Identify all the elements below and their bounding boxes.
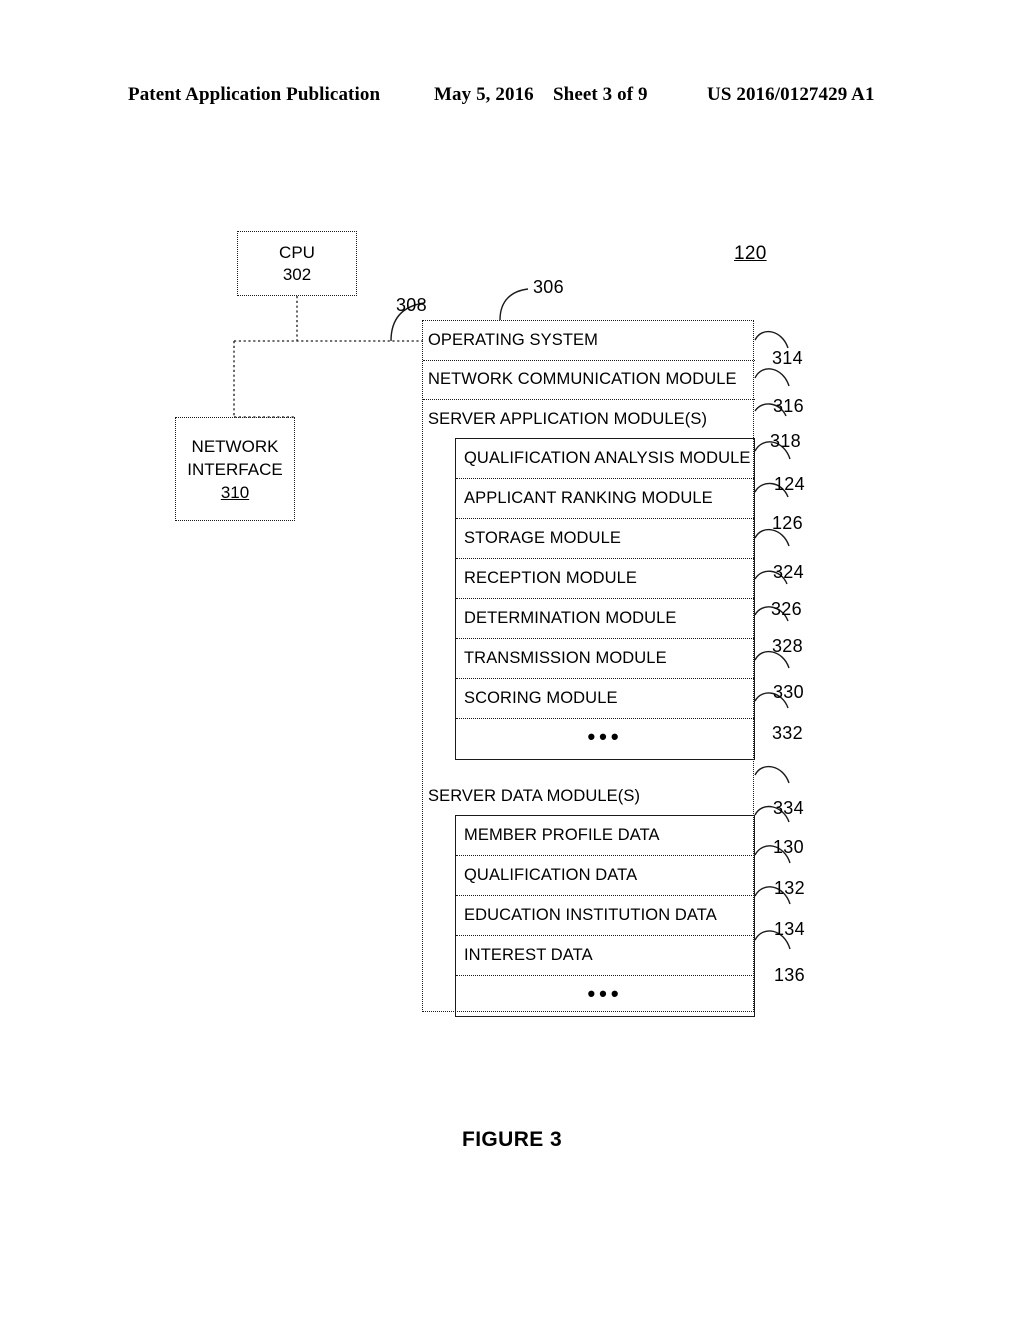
figure-caption: FIGURE 3: [461, 1128, 563, 1151]
ref-136: 136: [774, 965, 805, 985]
data-interest: INTEREST DATA: [456, 936, 754, 976]
cpu-label: CPU: [279, 242, 315, 262]
server-data-modules-group: MEMBER PROFILE DATA QUALIFICATION DATA E…: [455, 815, 755, 1017]
ref-326: 326: [771, 599, 802, 619]
module-label: QUALIFICATION ANALYSIS MODULE: [464, 449, 751, 467]
ref-330: 330: [773, 682, 804, 702]
network-interface-label-line2: INTERFACE: [187, 459, 283, 479]
cpu-block: CPU 302: [237, 231, 357, 296]
ref-126: 126: [772, 513, 803, 533]
network-interface-label-line1: NETWORK: [191, 436, 279, 456]
data-label: INTEREST DATA: [464, 946, 593, 964]
ref-318: 318: [770, 431, 801, 451]
server-application-modules-group: QUALIFICATION ANALYSIS MODULE APPLICANT …: [455, 438, 755, 760]
data-education-institution: EDUCATION INSTITUTION DATA: [456, 896, 754, 936]
leader-306: [499, 288, 529, 321]
module-label: APPLICANT RANKING MODULE: [464, 489, 713, 507]
memory-row-label: SERVER APPLICATION MODULE(S): [428, 409, 708, 428]
module-applicant-ranking: APPLICANT RANKING MODULE: [456, 479, 754, 519]
cpu-ref: 302: [282, 264, 312, 284]
module-reception: RECEPTION MODULE: [456, 559, 754, 599]
memory-block: OPERATING SYSTEM NETWORK COMMUNICATION M…: [422, 320, 755, 1017]
module-label: STORAGE MODULE: [464, 529, 621, 547]
memory-row-network-communication-module: NETWORK COMMUNICATION MODULE: [423, 360, 755, 400]
data-label: EDUCATION INSTITUTION DATA: [464, 906, 717, 924]
data-label: QUALIFICATION DATA: [464, 866, 638, 884]
module-determination: DETERMINATION MODULE: [456, 599, 754, 639]
module-scoring: SCORING MODULE: [456, 679, 754, 719]
ref-120-system: 120: [734, 243, 767, 264]
ref-306-memory: 306: [533, 277, 564, 297]
module-ellipsis: •••: [456, 719, 754, 759]
memory-row-server-data-modules: SERVER DATA MODULE(S): [423, 776, 755, 816]
network-interface-block: NETWORK INTERFACE 310: [175, 417, 295, 521]
module-storage: STORAGE MODULE: [456, 519, 754, 559]
module-label: TRANSMISSION MODULE: [464, 649, 667, 667]
module-transmission: TRANSMISSION MODULE: [456, 639, 754, 679]
memory-row-operating-system: OPERATING SYSTEM: [423, 321, 755, 361]
data-member-profile: MEMBER PROFILE DATA: [456, 816, 754, 856]
ref-316: 316: [773, 396, 804, 416]
ref-134: 134: [774, 919, 805, 939]
memory-row-label: NETWORK COMMUNICATION MODULE: [428, 370, 737, 388]
ref-308-bus: 308: [396, 295, 427, 315]
ref-124: 124: [774, 474, 805, 494]
data-qualification: QUALIFICATION DATA: [456, 856, 754, 896]
ref-314: 314: [772, 348, 803, 368]
ref-332: 332: [772, 723, 803, 743]
leader-316: [754, 368, 790, 387]
ref-132: 132: [774, 878, 805, 898]
leader-334: [754, 765, 790, 784]
memory-row-label: SERVER DATA MODULE(S): [428, 786, 641, 805]
ref-130: 130: [773, 837, 804, 857]
module-label: SCORING MODULE: [464, 689, 618, 707]
leader-314: [754, 330, 789, 349]
module-qualification-analysis: QUALIFICATION ANALYSIS MODULE: [456, 439, 754, 479]
module-label: RECEPTION MODULE: [464, 569, 638, 587]
ellipsis-icon: •••: [587, 724, 623, 749]
memory-row-server-application-modules: SERVER APPLICATION MODULE(S): [423, 399, 755, 439]
network-interface-ref: 310: [220, 482, 250, 502]
data-label: MEMBER PROFILE DATA: [464, 826, 660, 844]
data-ellipsis: •••: [456, 976, 754, 1016]
memory-row-label: OPERATING SYSTEM: [428, 331, 598, 349]
ref-328: 328: [772, 636, 803, 656]
ellipsis-icon: •••: [587, 981, 623, 1006]
ref-334: 334: [773, 798, 804, 818]
ref-324: 324: [773, 562, 804, 582]
module-label: DETERMINATION MODULE: [464, 609, 677, 627]
